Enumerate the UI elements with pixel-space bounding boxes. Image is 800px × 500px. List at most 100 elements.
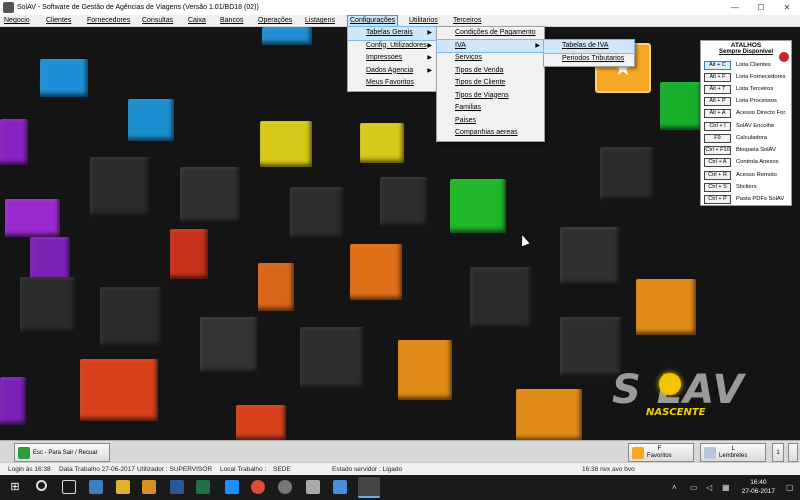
chevron-right-icon: ▶: [427, 42, 432, 49]
cube-tile: [180, 167, 240, 223]
menu-negocio[interactable]: Negocio: [4, 15, 30, 27]
app-icon[interactable]: [333, 480, 347, 494]
shortcut-row[interactable]: Ctrl + I SolAV Encolhe: [704, 121, 774, 131]
cube-tile: [398, 340, 452, 400]
menu-iva-dropdown: Tabelas de IVA Periodos Tributarios: [543, 39, 635, 67]
cube-tile: [0, 119, 28, 165]
keyboard-icon[interactable]: ▦: [722, 483, 730, 492]
search-icon[interactable]: [36, 480, 47, 491]
exit-button-label: Esc - Para Sair / Recuar: [33, 449, 98, 456]
menu-consultas[interactable]: Consultas: [142, 15, 173, 27]
tray-chevron-icon[interactable]: ˄: [672, 483, 677, 492]
network-icon[interactable]: ▭: [690, 483, 698, 492]
cube-tile: [128, 99, 174, 141]
solav-logo: S LAV NASCENTE: [612, 367, 782, 427]
notifications-icon[interactable]: ▢: [786, 483, 794, 492]
menu-tabelas-gerais-dropdown: Condições de Pagamento IVA ▶ Serviços Tip…: [436, 26, 545, 142]
chevron-right-icon: ▶: [535, 42, 540, 49]
extra-button[interactable]: 1: [772, 443, 784, 462]
cube-tile: [90, 157, 150, 217]
shortcut-label: Stickers: [736, 184, 757, 190]
extra-button-2[interactable]: [788, 443, 798, 462]
cube-tile: [350, 244, 402, 300]
shortcut-label: Lista Clientes: [736, 62, 771, 68]
menu-item-servicos[interactable]: Serviços: [437, 52, 544, 65]
folder-icon[interactable]: [116, 480, 130, 494]
app-icon[interactable]: [89, 480, 103, 494]
exit-icon: [18, 446, 30, 459]
shortcut-row[interactable]: Alt + F Lista Fornecedores: [704, 72, 786, 82]
cube-tile: [80, 359, 158, 421]
shortcut-row[interactable]: Ctrl + P Pasta PDFs SolAV: [704, 194, 784, 204]
shortcut-key: Ctrl + S: [704, 182, 731, 192]
app-icon[interactable]: [142, 480, 156, 494]
menu-item-tipos-venda[interactable]: Tipos de Venda: [437, 65, 544, 78]
menu-item-dados-agencia[interactable]: Dados Agencia ▶: [348, 65, 436, 78]
word-icon[interactable]: [170, 480, 184, 494]
taskbar-clock[interactable]: 16:40 27-06-2017: [742, 478, 775, 496]
menu-item-tipos-cliente[interactable]: Tipos de Cliente: [437, 77, 544, 90]
favoritos-label: Favoritos: [647, 452, 672, 459]
menu-item-periodos-tributarios[interactable]: Periodos Tributarios: [544, 53, 634, 66]
menu-clientes[interactable]: Clientes: [46, 15, 71, 27]
menu-item-iva[interactable]: IVA ▶: [436, 38, 545, 53]
volume-icon[interactable]: ◁: [706, 483, 712, 492]
windows-start-icon[interactable]: ⊞: [8, 480, 22, 494]
shortcut-row[interactable]: Ctrl + R Acesso Remoto: [704, 170, 777, 180]
cube-tile: [20, 277, 76, 333]
shortcut-row[interactable]: Ctrl + A Controla Anexos: [704, 157, 779, 167]
minimize-button[interactable]: —: [722, 0, 748, 15]
menu-item-familias[interactable]: Familias: [437, 102, 544, 115]
menu-operacoes[interactable]: Operações: [258, 15, 292, 27]
extra-button-label: 1: [776, 449, 780, 456]
favoritos-button[interactable]: F Favoritos: [628, 443, 694, 462]
shortcut-label: Lista Terceiros: [736, 86, 774, 92]
shortcut-row[interactable]: Alt + A Acesso Directo For.: [704, 108, 787, 118]
menu-caixa[interactable]: Caixa: [188, 15, 206, 27]
excel-icon[interactable]: [196, 480, 210, 494]
exit-button[interactable]: Esc - Para Sair / Recuar: [14, 443, 110, 462]
shortcut-row[interactable]: Ctrl + S Stickers: [704, 182, 757, 192]
shortcut-row[interactable]: Ctrl + F10 Bloqueia SolAV: [704, 145, 776, 155]
app-icon[interactable]: [278, 480, 292, 494]
cube-tile: [40, 59, 88, 97]
cube-tile: [258, 263, 294, 311]
shortcut-label: Acesso Directo For.: [736, 110, 787, 116]
shortcut-label: Calculadora: [736, 135, 767, 141]
lembretes-label: Lembretes: [719, 452, 748, 459]
menu-item-meus-favoritos[interactable]: Meus Favoritos: [348, 77, 436, 90]
shortcut-label: Acesso Remoto: [736, 172, 777, 178]
shortcut-label: Lista Fornecedores: [736, 74, 786, 80]
menu-item-condicoes-pagamento[interactable]: Condições de Pagamento: [437, 27, 544, 40]
menu-item-config-utilizadores[interactable]: Config. Utilizadores ▶: [348, 40, 436, 53]
shortcut-row[interactable]: Alt + P Lista Processos: [704, 96, 777, 106]
lembretes-button[interactable]: L Lembretes: [700, 443, 766, 462]
task-view-icon[interactable]: [62, 480, 76, 494]
menu-item-tabelas-iva[interactable]: Tabelas de IVA: [543, 39, 635, 54]
shortcut-label: Bloqueia SolAV: [736, 147, 776, 153]
close-button[interactable]: ✕: [774, 0, 800, 15]
shortcut-row[interactable]: F9 Calculadora: [704, 133, 767, 143]
shortcut-row[interactable]: Alt + C Lista Clientes: [704, 60, 771, 70]
chrome-icon[interactable]: [251, 480, 265, 494]
menu-item-tipos-viagens[interactable]: Tipos de Viagens: [437, 90, 544, 103]
sun-icon: [659, 373, 681, 395]
windows-taskbar: ⊞ ˄ ▭ ◁ ▦ 16:40 27-06-2017 ▢: [0, 475, 800, 500]
menu-item-impressoes[interactable]: Impressoes ▶: [348, 52, 436, 65]
menu-bancos[interactable]: Bancos: [220, 15, 243, 27]
shortcut-key: Ctrl + A: [704, 157, 731, 167]
edge-icon[interactable]: [225, 480, 239, 494]
title-bar: SolAV - Software de Gestão de Agências d…: [0, 0, 800, 15]
solav-taskbar-icon[interactable]: [358, 477, 380, 498]
maximize-button[interactable]: ☐: [748, 0, 774, 15]
star-icon: [632, 446, 644, 459]
cube-tile: [560, 227, 620, 285]
menu-item-paises[interactable]: Paises: [437, 115, 544, 128]
menu-item-tabelas-gerais[interactable]: Tabelas Gerais ▶: [347, 26, 437, 41]
pin-icon[interactable]: [779, 52, 789, 62]
app-icon[interactable]: [306, 480, 320, 494]
menu-listagens[interactable]: Listagens: [305, 15, 335, 27]
menu-item-companhias-aereas[interactable]: Companhias aereas: [437, 127, 544, 140]
menu-fornecedores[interactable]: Fornecedores: [87, 15, 130, 27]
shortcut-row[interactable]: Alt + T Lista Terceiros: [704, 84, 773, 94]
